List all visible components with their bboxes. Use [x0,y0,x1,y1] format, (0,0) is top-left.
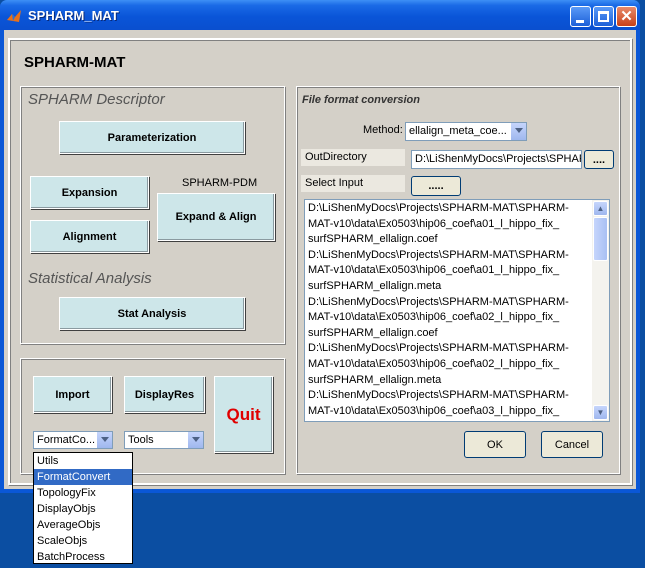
format-select-value: FormatCo... [37,434,96,446]
title-bar[interactable]: SPHARM_MAT ✕ [0,0,640,30]
displayres-button[interactable]: DisplayRes [124,376,205,413]
select-input-label: Select Input [301,175,405,192]
dropdown-option[interactable]: AverageObjs [34,517,132,533]
maximize-button[interactable] [593,6,614,27]
expand-align-button[interactable]: Expand & Align [157,193,275,241]
tools-select-value: Tools [128,434,154,446]
list-item[interactable]: D:\LiShenMyDocs\Projects\SPHARM-MAT\SPHA… [308,341,592,357]
list-item[interactable]: D:\LiShenMyDocs\Projects\SPHARM-MAT\SPHA… [308,295,592,311]
dropdown-option-selected[interactable]: FormatConvert [34,469,132,485]
list-item[interactable]: surfSPHARM_ellalign.coef [308,232,592,248]
window-title: SPHARM_MAT [28,8,119,23]
close-icon: ✕ [620,8,633,25]
format-dropdown-list[interactable]: Utils FormatConvert TopologyFix DisplayO… [33,452,133,564]
method-label: Method: [363,124,403,136]
list-item[interactable]: D:\LiShenMyDocs\Projects\SPHARM-MAT\SPHA… [308,248,592,264]
descriptor-panel-title: SPHARM Descriptor [28,91,165,108]
format-panel-title: File format conversion [302,94,420,106]
list-item[interactable]: MAT-v10\data\Ex0503\hip06_coef\a02_l_hip… [308,357,592,373]
list-item[interactable]: surfSPHARM_ellalign.meta [308,373,592,389]
statistical-analysis-title: Statistical Analysis [28,270,152,287]
dropdown-option[interactable]: ScaleObjs [34,533,132,549]
client-area: SPHARM-MAT SPHARM Descriptor Parameteriz… [4,30,636,489]
method-select-value: ellalign_meta_coe... [409,125,507,137]
maximize-icon [598,11,609,22]
list-item[interactable]: MAT-v10\data\Ex0503\hip06_coef\a01_l_hip… [308,217,592,233]
list-scrollbar[interactable]: ▲ ▼ [592,200,609,421]
app-window: SPHARM_MAT ✕ SPHARM-MAT SPHARM Descripto… [0,0,640,493]
spharm-pdm-label: SPHARM-PDM [182,177,258,189]
minimize-button[interactable] [570,6,591,27]
app-heading: SPHARM-MAT [24,54,126,71]
select-input-button[interactable]: ..... [411,176,461,196]
close-button[interactable]: ✕ [616,6,637,27]
list-item[interactable]: surfSPHARM_ellalign.meta [308,279,592,295]
dropdown-option[interactable]: TopologyFix [34,485,132,501]
dropdown-option[interactable]: BatchProcess [34,549,132,565]
chevron-down-icon[interactable] [510,123,526,140]
dropdown-option[interactable]: Utils [34,453,132,469]
expansion-button[interactable]: Expansion [30,176,149,209]
method-select[interactable]: ellalign_meta_coe... [405,122,527,141]
ok-button[interactable]: OK [464,431,526,458]
cancel-button[interactable]: Cancel [541,431,603,458]
list-item[interactable]: D:\LiShenMyDocs\Projects\SPHARM-MAT\SPHA… [308,388,592,404]
chevron-down-icon[interactable] [187,432,203,448]
tools-select[interactable]: Tools [124,431,204,449]
outdir-label: OutDirectory [301,149,405,166]
parameterization-button[interactable]: Parameterization [59,121,245,154]
matlab-icon [7,10,21,22]
chevron-down-icon[interactable] [96,432,112,448]
scroll-up-icon[interactable]: ▲ [593,201,608,216]
list-item[interactable]: surfSPHARM_ellalign.coef [308,326,592,342]
list-item[interactable]: MAT-v10\data\Ex0503\hip06_coef\a03_l_hip… [308,404,592,420]
minimize-icon [576,20,584,23]
outdir-browse-button[interactable]: .... [584,150,614,169]
stat-analysis-button[interactable]: Stat Analysis [59,297,245,330]
dropdown-option[interactable]: DisplayObjs [34,501,132,517]
list-item[interactable]: D:\LiShenMyDocs\Projects\SPHARM-MAT\SPHA… [308,201,592,217]
import-button[interactable]: Import [33,376,112,413]
quit-button[interactable]: Quit [214,376,273,453]
alignment-button[interactable]: Alignment [30,220,149,253]
format-select[interactable]: FormatCo... [33,431,113,449]
input-file-items: D:\LiShenMyDocs\Projects\SPHARM-MAT\SPHA… [308,201,592,419]
outdir-field[interactable]: D:\LiShenMyDocs\Projects\SPHARI [411,150,582,169]
input-file-list[interactable]: D:\LiShenMyDocs\Projects\SPHARM-MAT\SPHA… [304,199,610,422]
scroll-thumb[interactable] [593,217,608,261]
list-item[interactable]: MAT-v10\data\Ex0503\hip06_coef\a01_l_hip… [308,263,592,279]
scroll-down-icon[interactable]: ▼ [593,405,608,420]
list-item[interactable]: MAT-v10\data\Ex0503\hip06_coef\a02_l_hip… [308,310,592,326]
